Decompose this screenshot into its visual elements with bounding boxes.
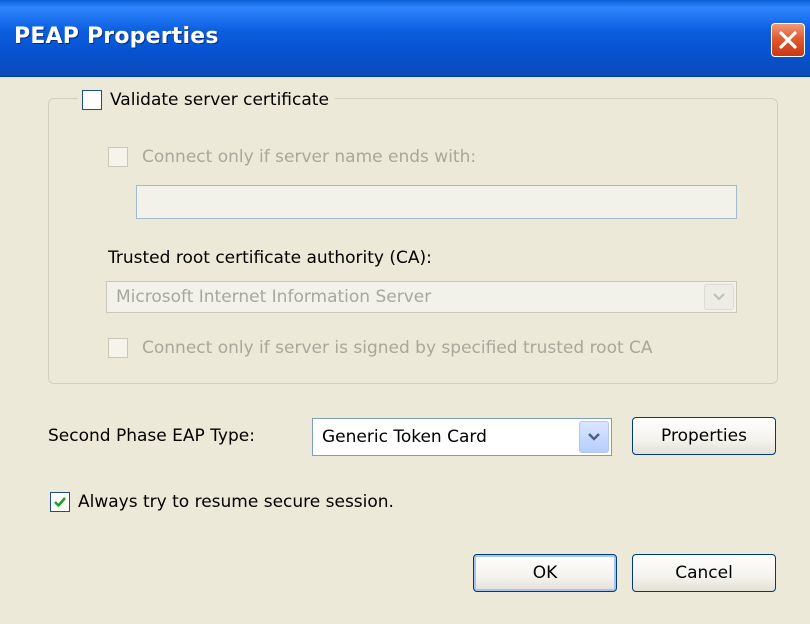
properties-button[interactable]: Properties bbox=[632, 417, 776, 455]
validate-server-certificate-label: Validate server certificate bbox=[110, 90, 329, 110]
trusted-ca-selected-value: Microsoft Internet Information Server bbox=[116, 287, 432, 307]
second-phase-eap-type-select[interactable]: Generic Token Card bbox=[312, 418, 612, 456]
checkmark-icon bbox=[54, 497, 66, 507]
close-button[interactable] bbox=[771, 23, 805, 57]
resume-session-label: Always try to resume secure session. bbox=[78, 492, 394, 512]
window-title: PEAP Properties bbox=[14, 24, 219, 49]
ok-button[interactable]: OK bbox=[473, 554, 617, 592]
server-name-input[interactable] bbox=[136, 185, 737, 219]
connect-server-name-row: Connect only if server name ends with: bbox=[108, 147, 476, 167]
resume-session-checkbox[interactable] bbox=[50, 492, 70, 512]
trusted-ca-select[interactable]: Microsoft Internet Information Server bbox=[106, 281, 737, 313]
second-phase-label-row: Second Phase EAP Type: bbox=[48, 426, 255, 446]
peap-properties-dialog: PEAP Properties Validate server certific… bbox=[0, 0, 810, 624]
connect-signed-checkbox[interactable] bbox=[108, 338, 128, 358]
connect-signed-label: Connect only if server is signed by spec… bbox=[142, 338, 653, 358]
resume-session-row: Always try to resume secure session. bbox=[50, 492, 394, 512]
validate-server-certificate-legend: Validate server certificate bbox=[78, 88, 335, 112]
title-bar[interactable]: PEAP Properties bbox=[0, 0, 810, 77]
second-phase-selected-value: Generic Token Card bbox=[322, 427, 487, 447]
cancel-button[interactable]: Cancel bbox=[632, 554, 776, 592]
second-phase-eap-type-label: Second Phase EAP Type: bbox=[48, 426, 255, 446]
second-phase-dropdown-button[interactable] bbox=[579, 421, 609, 453]
dialog-body: Validate server certificate Connect only… bbox=[0, 76, 810, 624]
trusted-ca-label: Trusted root certificate authority (CA): bbox=[108, 248, 432, 268]
connect-signed-row: Connect only if server is signed by spec… bbox=[108, 338, 653, 358]
chevron-down-icon bbox=[713, 293, 725, 301]
connect-server-name-label: Connect only if server name ends with: bbox=[142, 147, 477, 167]
validate-server-certificate-checkbox[interactable] bbox=[82, 90, 102, 110]
connect-server-name-checkbox[interactable] bbox=[108, 147, 128, 167]
chevron-down-icon bbox=[588, 433, 600, 441]
close-icon bbox=[779, 31, 797, 49]
trusted-ca-dropdown-button[interactable] bbox=[704, 284, 734, 310]
trusted-ca-label-row: Trusted root certificate authority (CA): bbox=[108, 248, 432, 268]
